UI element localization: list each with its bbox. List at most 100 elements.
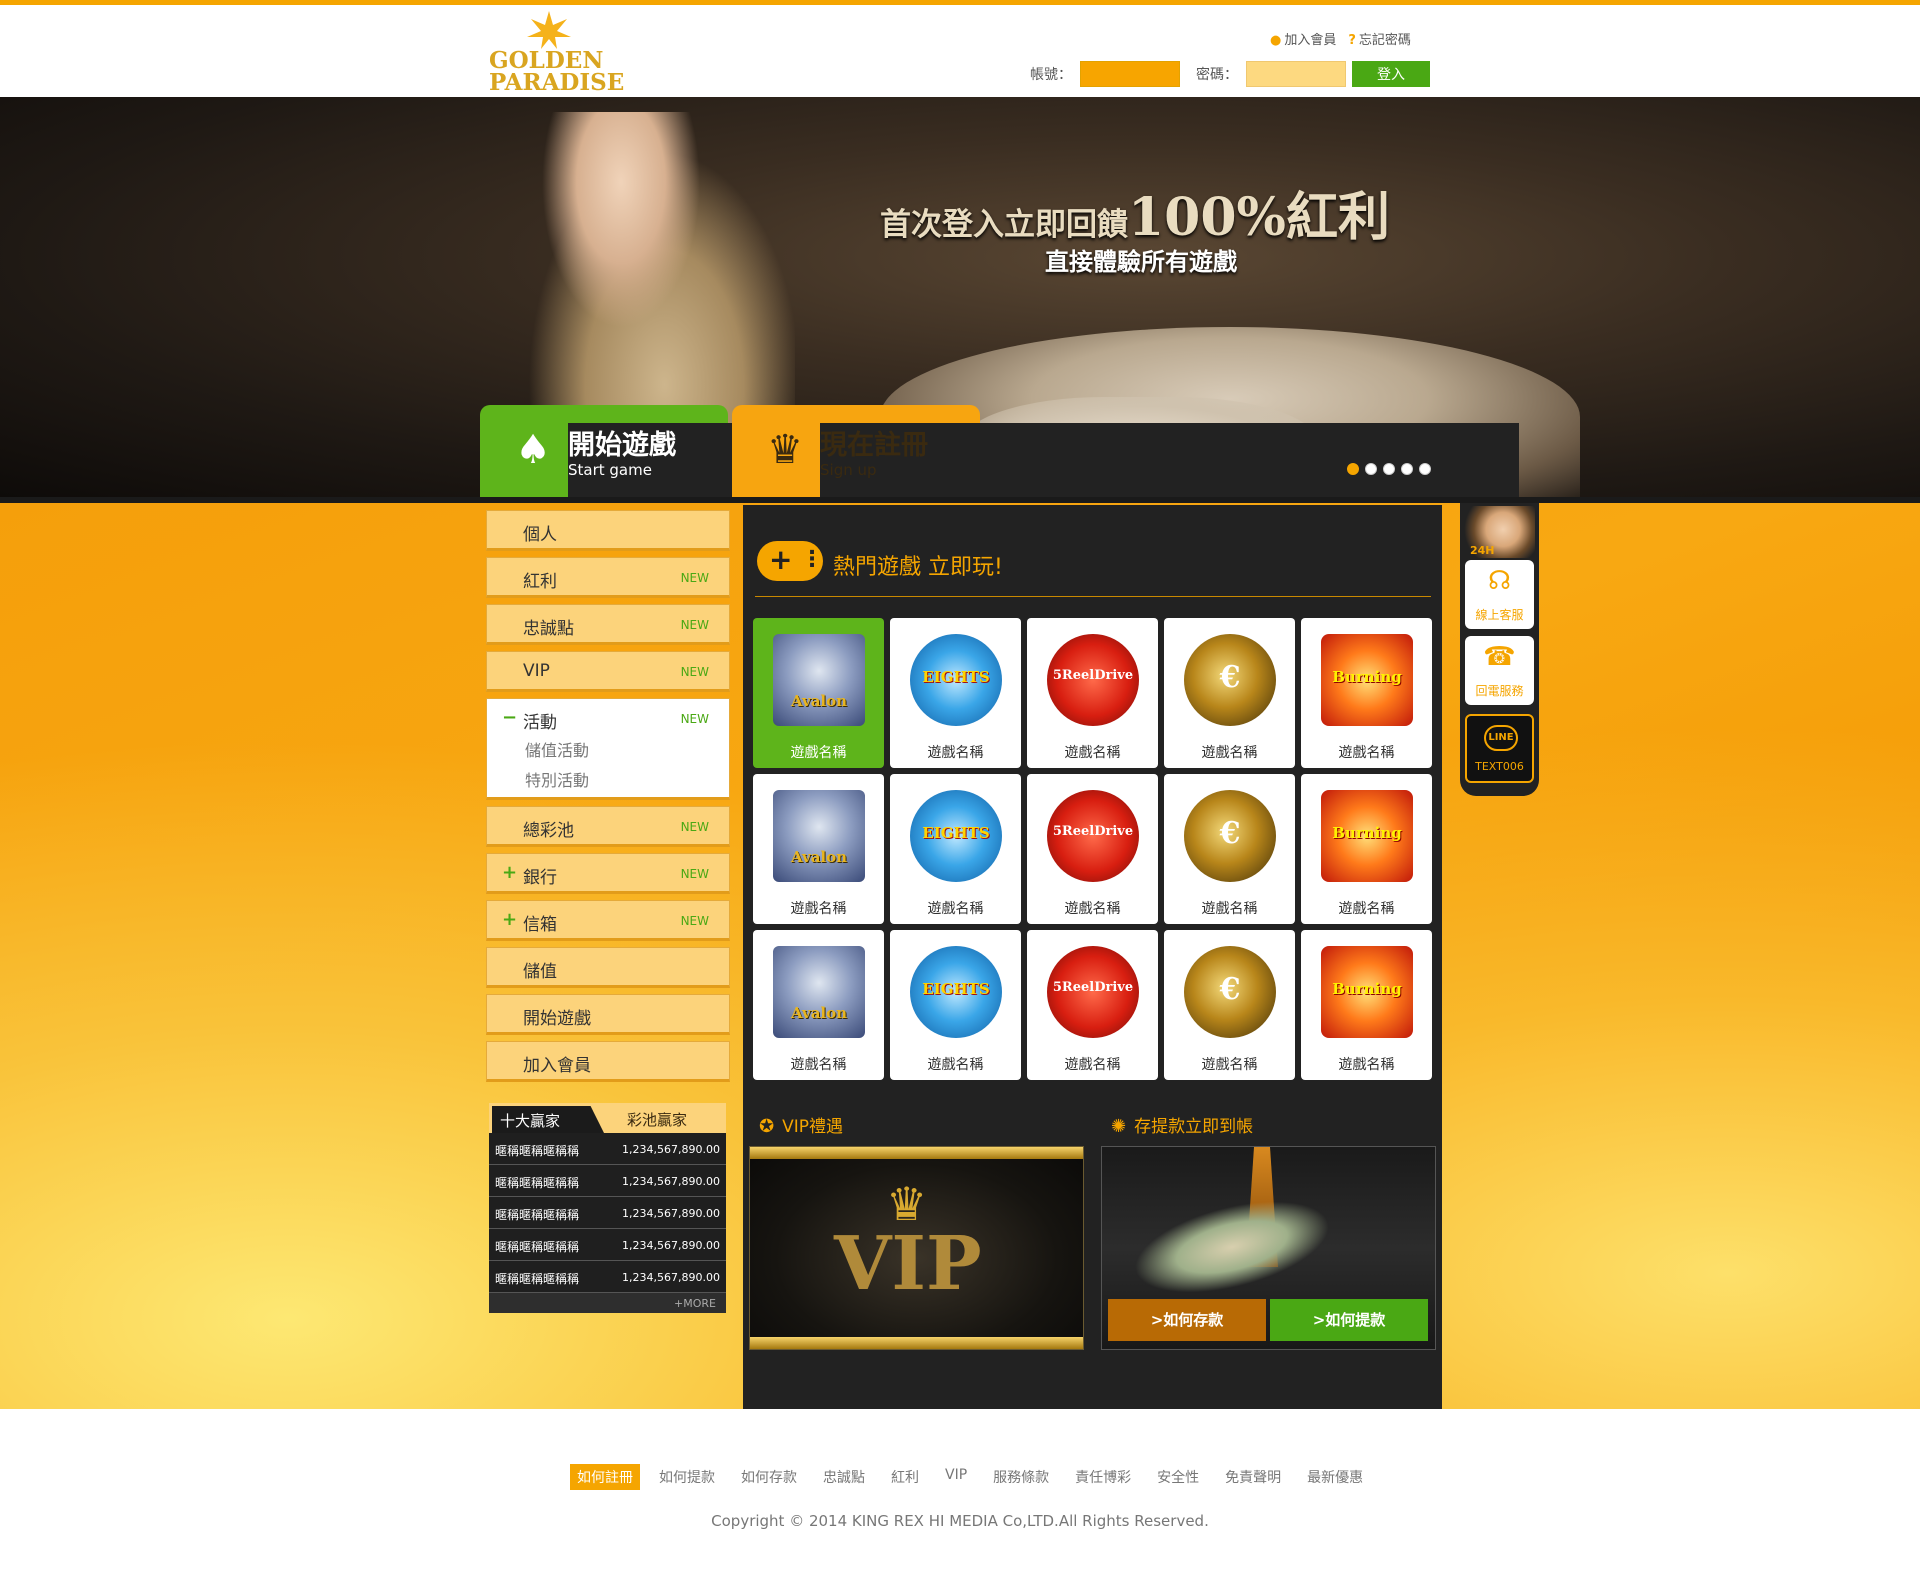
logo[interactable]: GOLDEN PARADISE — [487, 9, 624, 96]
join-link[interactable]: ● 加入會員 — [1270, 29, 1336, 48]
line-id-label: TEXT006 — [1475, 760, 1524, 773]
game-card[interactable]: 5ReelDrive 遊戲名稱 — [1027, 774, 1158, 924]
expand-icon[interactable]: + — [502, 862, 517, 883]
tab-top-winners[interactable]: 十大贏家 — [492, 1106, 604, 1133]
game-name: 遊戲名稱 — [790, 1057, 847, 1073]
slide-dot-4[interactable] — [1401, 463, 1413, 475]
footer-link[interactable]: 紅利 — [884, 1464, 926, 1490]
game-card[interactable]: EIGHTS 遊戲名稱 — [890, 774, 1021, 924]
footer: 如何註冊 如何提款 如何存款 忠誠點 紅利 VIP 服務條款 責任博彩 安全性 免責聲明 最新優惠 … — [0, 1409, 1920, 1575]
winner-amount: 1,234,567,890.00 — [622, 1143, 720, 1156]
game-card[interactable]: EIGHTS 遊戲名稱 — [890, 930, 1021, 1080]
phone-icon: ☎ — [1483, 642, 1516, 672]
sidebar-item-bonus[interactable]: 紅利 NEW — [486, 557, 730, 598]
sidebar-item-join[interactable]: 加入會員 — [486, 1041, 730, 1082]
game-card[interactable]: Burning 遊戲名稱 — [1301, 618, 1432, 768]
online-support-label: 線上客服 — [1475, 608, 1524, 622]
online-support-button[interactable]: ☊ 線上客服 — [1465, 560, 1534, 629]
start-game-button[interactable]: ♠ 開始遊戲 Start game — [480, 405, 1267, 497]
game-name: 遊戲名稱 — [1338, 901, 1395, 917]
slide-dot-1[interactable] — [1347, 463, 1359, 475]
footer-link[interactable]: VIP — [938, 1464, 974, 1490]
footer-link[interactable]: 最新優惠 — [1300, 1464, 1370, 1490]
sidebar-item-vip[interactable]: VIP NEW — [486, 651, 730, 692]
game-thumbnail: Burning — [1321, 790, 1413, 882]
account-input[interactable] — [1080, 61, 1180, 87]
sidebar-subitem-special-events[interactable]: 特別活動 — [525, 767, 589, 791]
forgot-password-link[interactable]: ? 忘記密碼 — [1348, 29, 1411, 48]
game-name: 遊戲名稱 — [790, 745, 847, 761]
sidebar-item-bank[interactable]: + 銀行 NEW — [486, 853, 730, 894]
slide-dot-2[interactable] — [1365, 463, 1377, 475]
slide-dots — [1347, 463, 1431, 475]
tab-jackpot-winners[interactable]: 彩池贏家 — [627, 1109, 687, 1130]
headset-icon: ☊ — [1487, 566, 1512, 596]
footer-link[interactable]: 安全性 — [1150, 1464, 1206, 1490]
game-card[interactable]: Avalon 遊戲名稱 — [753, 618, 884, 768]
slide-dot-5[interactable] — [1419, 463, 1431, 475]
support-float-panel: 24H ☊ 線上客服 ☎ 回電服務 LINE TEXT006 — [1460, 503, 1539, 796]
signup-en-label: Sign up — [820, 461, 877, 479]
banner-subline: 直接體驗所有遊戲 — [1045, 247, 1237, 276]
new-badge: NEW — [680, 914, 709, 928]
sidebar-item-label: 加入會員 — [523, 1056, 591, 1076]
game-card[interactable]: Avalon 遊戲名稱 — [753, 930, 884, 1080]
game-name: 遊戲名稱 — [927, 901, 984, 917]
crown-icon: ♛ — [767, 427, 803, 473]
signup-button[interactable]: ♛ 現在註冊 Sign up — [732, 405, 1519, 497]
game-card[interactable]: € 遊戲名稱 — [1164, 930, 1295, 1080]
game-thumbnail-text: 5ReelDrive — [1052, 824, 1134, 839]
game-name: 遊戲名稱 — [1064, 1057, 1121, 1073]
game-card[interactable]: Burning 遊戲名稱 — [1301, 774, 1432, 924]
winner-amount: 1,234,567,890.00 — [622, 1207, 720, 1220]
game-thumbnail-text: EIGHTS — [922, 668, 990, 686]
footer-link[interactable]: 忠誠點 — [816, 1464, 872, 1490]
vip-section: ✪ VIP禮遇 ♛ VIP — [749, 1110, 1086, 1350]
start-game-en-label: Start game — [568, 461, 652, 479]
line-contact-button[interactable]: LINE TEXT006 — [1465, 714, 1534, 783]
sidebar-item-mailbox[interactable]: + 信箱 NEW — [486, 900, 730, 941]
hot-games-header: 熱門遊戲 立即玩! — [755, 535, 1431, 597]
game-card[interactable]: Avalon 遊戲名稱 — [753, 774, 884, 924]
game-thumbnail: Avalon — [773, 946, 865, 1038]
sidebar-item-start-game[interactable]: 開始遊戲 — [486, 994, 730, 1035]
slide-dot-3[interactable] — [1383, 463, 1395, 475]
sidebar-subitem-deposit-events[interactable]: 儲值活動 — [525, 737, 589, 761]
more-link[interactable]: +MORE — [489, 1293, 726, 1313]
how-to-withdraw-button[interactable]: >如何提款 — [1270, 1299, 1428, 1341]
footer-link[interactable]: 免責聲明 — [1218, 1464, 1288, 1490]
hours-label: 24H — [1470, 544, 1495, 557]
collapse-icon[interactable]: − — [502, 707, 517, 728]
game-card[interactable]: € 遊戲名稱 — [1164, 774, 1295, 924]
sidebar-item-deposit[interactable]: 儲值 — [486, 947, 730, 988]
game-card[interactable]: 5ReelDrive 遊戲名稱 — [1027, 618, 1158, 768]
hero-banner: 首次登入立即回饋100%紅利 直接體驗所有遊戲 ♠ 開始遊戲 Start gam… — [0, 97, 1920, 497]
footer-link[interactable]: 如何提款 — [652, 1464, 722, 1490]
winner-name: 暱稱暱稱暱稱稱 — [495, 1176, 580, 1190]
game-card[interactable]: EIGHTS 遊戲名稱 — [890, 618, 1021, 768]
game-card[interactable]: Burning 遊戲名稱 — [1301, 930, 1432, 1080]
callback-button[interactable]: ☎ 回電服務 — [1465, 636, 1534, 705]
game-name: 遊戲名稱 — [927, 745, 984, 761]
game-card[interactable]: 5ReelDrive 遊戲名稱 — [1027, 930, 1158, 1080]
sidebar-item-loyalty[interactable]: 忠誠點 NEW — [486, 604, 730, 645]
sidebar-item-jackpot[interactable]: 總彩池 NEW — [486, 806, 730, 847]
game-card[interactable]: € 遊戲名稱 — [1164, 618, 1295, 768]
footer-link[interactable]: 如何註冊 — [570, 1464, 640, 1490]
password-input[interactable] — [1246, 61, 1346, 87]
gamepad-icon — [757, 541, 823, 581]
footer-link[interactable]: 責任博彩 — [1068, 1464, 1138, 1490]
sidebar-item-personal[interactable]: 個人 — [486, 510, 730, 551]
how-to-deposit-button[interactable]: >如何存款 — [1108, 1299, 1266, 1341]
bank-section-header: ✺ 存提款立即到帳 — [1101, 1110, 1438, 1138]
login-button[interactable]: 登入 — [1352, 61, 1430, 87]
winners-board: 十大贏家 彩池贏家 暱稱暱稱暱稱稱 1,234,567,890.00 暱稱暱稱暱… — [489, 1103, 726, 1313]
login-form: 帳號： 密碼： 登入 — [1030, 61, 1430, 87]
expand-icon[interactable]: + — [502, 909, 517, 930]
vip-banner[interactable]: ♛ VIP — [749, 1146, 1084, 1350]
game-thumbnail-text: Burning — [1332, 824, 1402, 842]
sidebar-item-events[interactable]: − 活動 NEW 儲值活動 特別活動 — [486, 698, 730, 800]
game-thumbnail-text: Avalon — [790, 848, 848, 866]
footer-link[interactable]: 服務條款 — [986, 1464, 1056, 1490]
footer-link[interactable]: 如何存款 — [734, 1464, 804, 1490]
